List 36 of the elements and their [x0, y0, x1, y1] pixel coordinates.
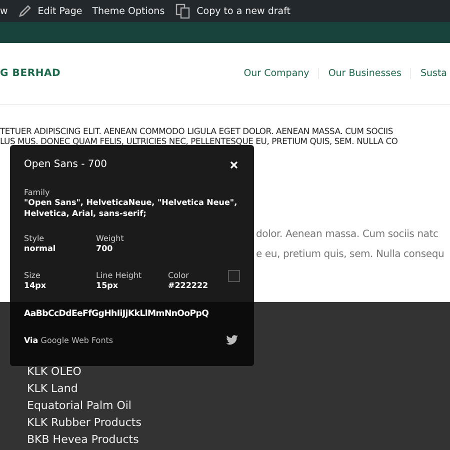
field-value: normal	[24, 243, 57, 254]
logo-text[interactable]: G BERHAD	[0, 68, 61, 79]
field-value: 14px	[24, 280, 48, 291]
font-sample-text: AaBbCcDdEeFfGgHhIiJjKkLlMmNnOoPpQ	[24, 309, 209, 319]
admin-bar-link[interactable]: Copy to a new draft	[196, 6, 290, 16]
paragraph-text: e eu, pretium quis, sem. Nulla consequ	[256, 248, 444, 262]
field-label: Family	[24, 188, 51, 197]
nav-link[interactable]: Our Businesses	[318, 68, 410, 79]
nav-link[interactable]: Susta	[410, 68, 450, 79]
popup-title: Open Sans - 700	[24, 159, 107, 170]
field-label: Color	[168, 271, 190, 280]
field-value: 15px	[96, 280, 120, 291]
field-label: Size	[24, 271, 42, 280]
pencil-icon[interactable]	[18, 4, 32, 18]
admin-bar-link[interactable]: Edit Page	[38, 6, 82, 16]
admin-bar-link[interactable]: w	[0, 6, 8, 16]
field-value: 700	[96, 243, 114, 254]
paragraph-text: dolor. Aenean massa. Cum sociis natc	[256, 228, 438, 242]
field-label: Style	[24, 234, 46, 243]
nav-link[interactable]: Our Company	[234, 68, 318, 79]
footer-link[interactable]: Equatorial Palm Oil	[27, 397, 450, 414]
field-label: Weight	[96, 234, 125, 243]
footer-link[interactable]: KLK OLEO	[27, 363, 450, 380]
close-icon[interactable]	[230, 160, 238, 168]
field-label: Line Height	[96, 271, 143, 280]
footer-link[interactable]: KLK Rubber Products	[27, 414, 450, 431]
paragraph-text: TETUER ADIPISCING ELIT. AENEAN COMMODO LIGULA EGET DOLOR. AENEAN MASSA. CUM SOCIIS	[0, 126, 394, 136]
field-value: #222222	[168, 280, 210, 291]
footer-link[interactable]: KLK Land	[27, 380, 450, 397]
bird-icon[interactable]	[226, 335, 238, 345]
footer-link[interactable]: BKB Hevea Products	[27, 431, 450, 448]
paragraph-text: LUS MUS. DONEC QUAM FELIS, ULTRICIES NEC, PELLENTESQUE EU, PRETIUM QUIS, SEM. NULLA CO	[0, 136, 399, 146]
field-value: "Open Sans", HelveticaNeue, "Helvetica Neue", Helvetica, Arial, sans-serif;	[24, 197, 238, 219]
admin-bar-link[interactable]: Theme Options	[92, 6, 165, 16]
via-text: Via Google Web Fonts	[24, 336, 114, 344]
copy-icon[interactable]	[174, 3, 191, 19]
